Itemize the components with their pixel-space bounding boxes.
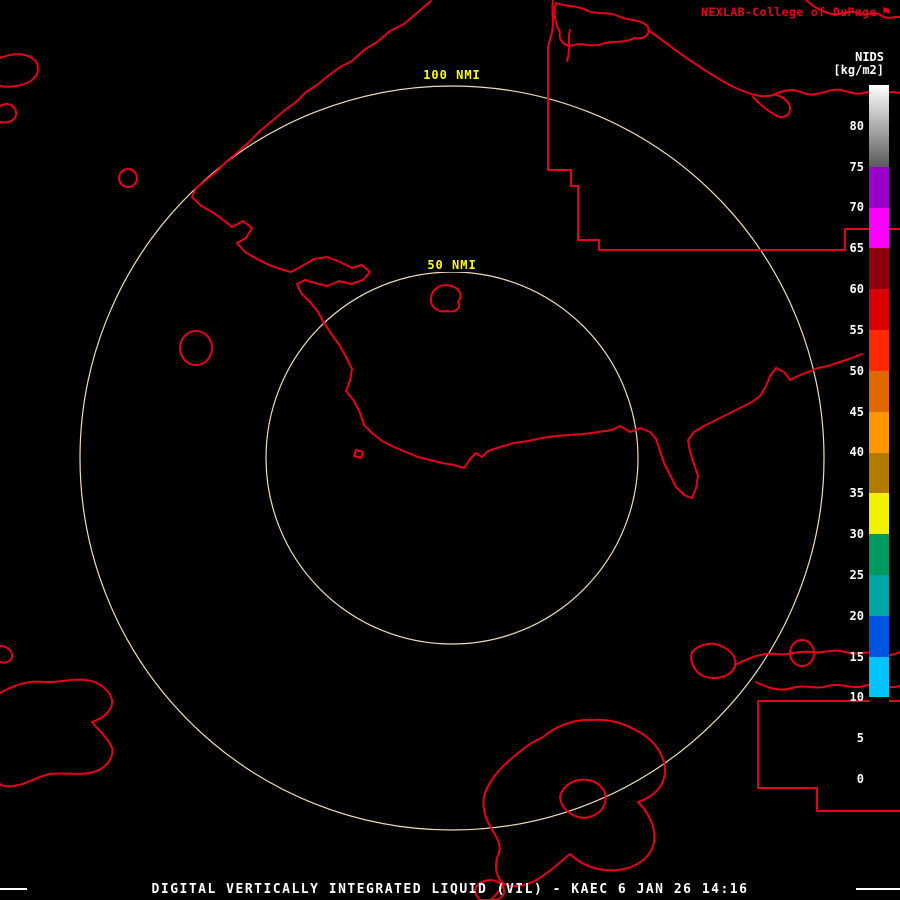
shore-top-hanging: [752, 94, 792, 119]
colorbar-segment-55-60: [869, 289, 889, 331]
colorbar-segment-15-20: [869, 615, 889, 657]
map-outlines: [0, 0, 900, 900]
peninsula-southwest: [0, 678, 114, 788]
coastline-bay-south: [363, 424, 651, 469]
colorbar-tick-20: 20: [849, 608, 864, 623]
colorbar-tick-35: 35: [849, 486, 864, 501]
colorbar-tick-0: 0: [856, 772, 864, 786]
colorbar-segment-10-15: [869, 656, 889, 698]
colorbar-tick-5: 5: [856, 731, 864, 746]
colorbar-tick-25: 25: [849, 567, 864, 582]
footer-rule-left: [0, 888, 27, 890]
product-caption: DIGITAL VERTICALLY INTEGRATED LIQUID (VI…: [151, 882, 749, 897]
colorbar-tick-80: 80: [849, 118, 864, 133]
colorbar-segment-50-55: [869, 330, 889, 371]
colorbar-segment-30-35: [869, 493, 889, 535]
colorbar-segment-0-5: [869, 738, 889, 779]
colorbar-tick-65: 65: [849, 241, 864, 256]
range-ring-50nmi: [265, 271, 639, 645]
island-circle-west: [179, 330, 213, 366]
shore-top-diagonal: [647, 29, 744, 92]
footer: DIGITAL VERTICALLY INTEGRATED LIQUID (VI…: [0, 880, 900, 900]
colorbar-segments: [869, 85, 889, 779]
radar-display: 100 NMI 50 NMI NEXLAB-College of DuPage …: [0, 0, 900, 900]
range-ring-label-100nmi: 100 NMI: [419, 68, 485, 82]
colorbar-segment-70-75: [869, 166, 889, 208]
islet-dot: [353, 449, 364, 459]
colorbar-segment-60-65: [869, 248, 889, 290]
colorbar-tick-15: 15: [849, 649, 864, 664]
flag-icon: ⚑: [880, 4, 892, 19]
shore-east-blob: [690, 642, 737, 679]
colorbar-tick-75: 75: [849, 159, 864, 174]
colorbar-tick-55: 55: [849, 322, 864, 337]
colorbar-segment-65-70: [869, 207, 889, 249]
islet-left-top-1: [0, 53, 39, 88]
colorbar-header: NIDS [kg/m2]: [833, 51, 884, 77]
colorbar-segment-40-45: [869, 411, 889, 453]
colorbar-segment-5-10: [869, 697, 889, 739]
colorbar-tick-40: 40: [849, 445, 864, 460]
radar-map: [0, 0, 900, 900]
colorbar-ticks: 80 75 70 65 60 55 50 45 40 35 30 25 20 15 10 5 0: [828, 85, 864, 785]
islet-left-mid: [0, 645, 13, 664]
colorbar: 80 75 70 65 60 55 50 45 40 35 30 25 20 15 10 5 0: [850, 85, 889, 785]
colorbar-tick-45: 45: [849, 404, 864, 419]
colorbar-segment-45-50: [869, 370, 889, 412]
islet-left-top-2: [0, 103, 18, 124]
footer-rule-right: [856, 888, 900, 890]
colorbar-tick-10: 10: [849, 690, 864, 705]
brand-text: NEXLAB-College of DuPage: [701, 5, 877, 19]
colorbar-segment-25-30: [869, 534, 889, 575]
colorbar-tick-70: 70: [849, 200, 864, 215]
colorbar-units: [kg/m2]: [833, 63, 884, 77]
colorbar-segment-20-25: [869, 574, 889, 616]
lake-blob-south-swirl: [559, 778, 607, 819]
colorbar-segment-75-85: [869, 85, 889, 167]
lake-blob-south-outer: [482, 718, 666, 888]
shore-top-edge-line: [547, 0, 554, 48]
island-small-center: [429, 284, 462, 313]
coastline-headland: [231, 220, 371, 426]
colorbar-segment-35-40: [869, 452, 889, 494]
colorbar-tick-50: 50: [849, 363, 864, 378]
colorbar-tick-30: 30: [849, 527, 864, 542]
islet-circle-northwest: [118, 168, 138, 188]
range-ring-label-50nmi: 50 NMI: [423, 258, 481, 272]
colorbar-tick-60: 60: [849, 282, 864, 297]
brand: NEXLAB-College of DuPage ⚑: [701, 5, 892, 19]
